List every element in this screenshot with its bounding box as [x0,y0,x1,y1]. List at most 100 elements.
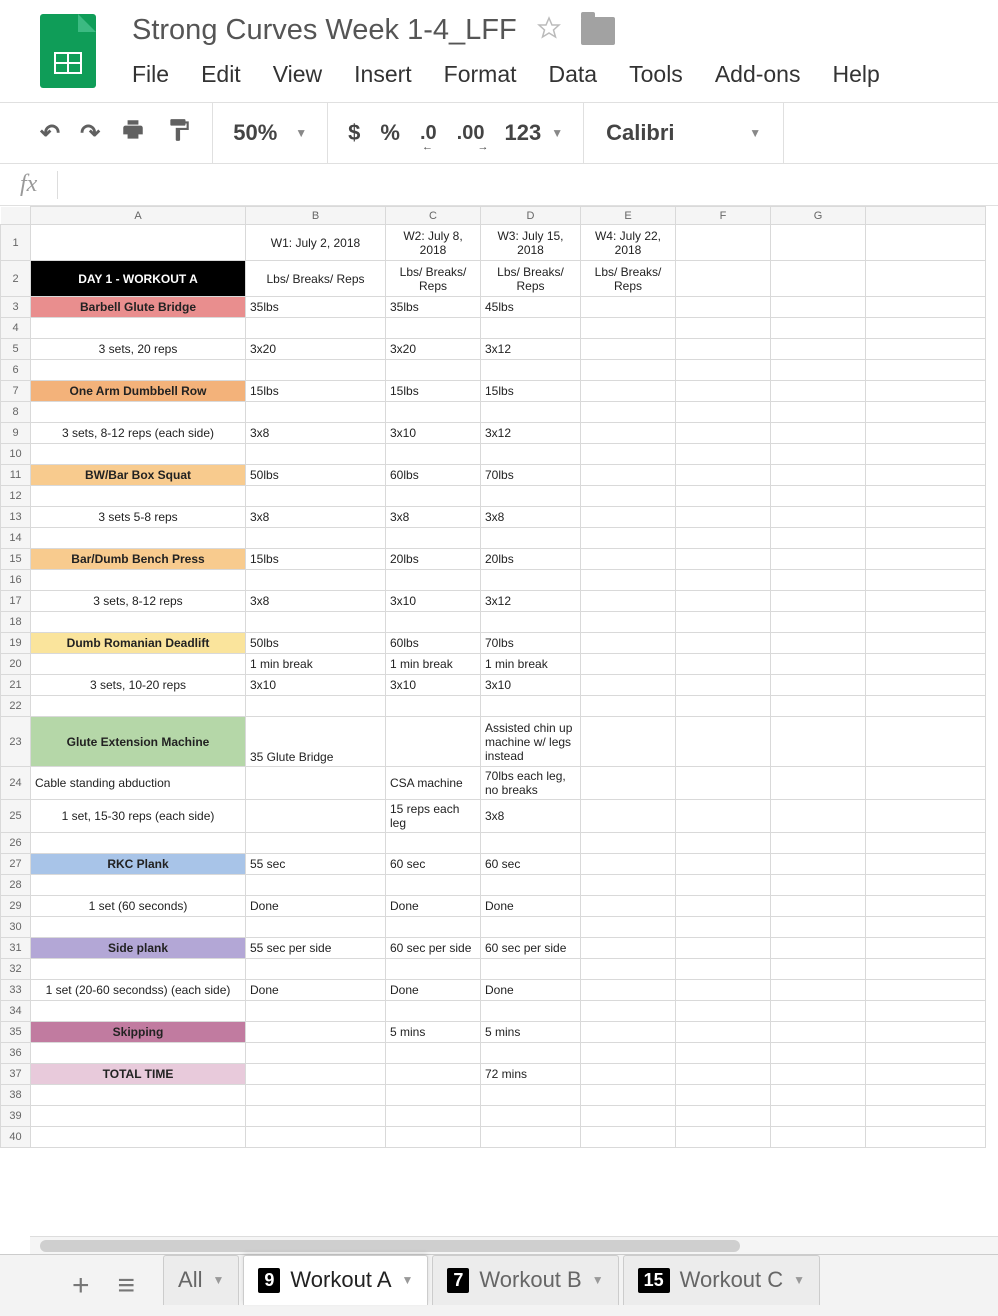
cell[interactable]: 15lbs [481,381,581,402]
cell[interactable]: 3x20 [246,339,386,360]
cell[interactable] [676,423,771,444]
cell[interactable] [481,875,581,896]
decrease-decimal[interactable]: .0← [420,122,437,145]
sheet-tab[interactable]: 7Workout B▼ [432,1255,618,1305]
row-header[interactable]: 20 [1,654,31,675]
row-header[interactable]: 1 [1,225,31,261]
cell[interactable]: W1: July 2, 2018 [246,225,386,261]
row-header[interactable]: 7 [1,381,31,402]
cell[interactable]: 3x8 [246,507,386,528]
cell[interactable]: 3x8 [246,423,386,444]
cell[interactable]: 1 set (20-60 secondss) (each side) [31,980,246,1001]
spreadsheet-grid[interactable]: A B C D E F G 1W1: July 2, 2018W2: July … [0,206,986,1148]
cell[interactable] [481,917,581,938]
cell[interactable] [386,402,481,423]
cell[interactable]: 60lbs [386,633,481,654]
cell[interactable] [481,360,581,381]
cell[interactable] [246,612,386,633]
cell[interactable] [581,1001,676,1022]
cell[interactable] [386,444,481,465]
cell[interactable] [866,528,986,549]
cell[interactable] [771,633,866,654]
cell[interactable] [246,1085,386,1106]
cell[interactable]: W2: July 8, 2018 [386,225,481,261]
cell[interactable] [581,896,676,917]
cell[interactable] [581,1127,676,1148]
cell[interactable] [386,570,481,591]
cell[interactable] [866,612,986,633]
cell[interactable]: 15lbs [246,549,386,570]
cell[interactable] [31,959,246,980]
cell[interactable] [676,675,771,696]
cell[interactable]: 45lbs [481,297,581,318]
paint-format-icon[interactable] [166,117,192,150]
cell[interactable] [481,318,581,339]
row-header[interactable]: 33 [1,980,31,1001]
cell[interactable] [386,612,481,633]
cell[interactable]: 35lbs [386,297,481,318]
cell[interactable]: 1 min break [386,654,481,675]
cell[interactable]: 3x10 [386,423,481,444]
cell[interactable]: RKC Plank [31,854,246,875]
cell[interactable] [771,654,866,675]
cell[interactable] [246,875,386,896]
cell[interactable] [676,959,771,980]
cell[interactable] [676,465,771,486]
more-formats[interactable]: 123▼ [504,120,563,146]
undo-icon[interactable]: ↶ [40,119,60,148]
cell[interactable] [481,528,581,549]
col-header[interactable]: G [771,207,866,225]
cell[interactable] [581,633,676,654]
cell[interactable] [676,717,771,767]
cell[interactable]: Done [481,980,581,1001]
cell[interactable]: 60 sec per side [481,938,581,959]
cell[interactable]: 1 set, 15-30 reps (each side) [31,800,246,833]
cell[interactable] [866,833,986,854]
cell[interactable]: Lbs/ Breaks/ Reps [246,261,386,297]
cell[interactable] [771,360,866,381]
cell[interactable] [31,225,246,261]
cell[interactable]: 3 sets, 10-20 reps [31,675,246,696]
cell[interactable] [676,528,771,549]
cell[interactable]: Done [246,980,386,1001]
cell[interactable] [771,591,866,612]
cell[interactable] [481,612,581,633]
cell[interactable] [866,1064,986,1085]
sheet-tab[interactable]: 15Workout C▼ [623,1255,820,1305]
cell[interactable] [581,528,676,549]
row-header[interactable]: 36 [1,1043,31,1064]
row-header[interactable]: 18 [1,612,31,633]
cell[interactable] [771,938,866,959]
cell[interactable] [676,549,771,570]
cell[interactable] [866,675,986,696]
cell[interactable] [581,717,676,767]
cell[interactable] [386,360,481,381]
cell[interactable]: Skipping [31,1022,246,1043]
cell[interactable] [31,1106,246,1127]
cell[interactable] [581,1064,676,1085]
cell[interactable] [771,297,866,318]
cell[interactable] [866,854,986,875]
menu-edit[interactable]: Edit [201,61,241,88]
cell[interactable]: Assisted chin up machine w/ legs instead [481,717,581,767]
cell[interactable] [481,402,581,423]
cell[interactable] [866,1106,986,1127]
cell[interactable]: Side plank [31,938,246,959]
cell[interactable]: 55 sec [246,854,386,875]
row-header[interactable]: 30 [1,917,31,938]
cell[interactable] [481,1085,581,1106]
row-header[interactable]: 4 [1,318,31,339]
cell[interactable]: 72 mins [481,1064,581,1085]
cell[interactable] [246,833,386,854]
cell[interactable] [771,1106,866,1127]
cell[interactable] [246,444,386,465]
cell[interactable] [771,423,866,444]
cell[interactable] [676,1127,771,1148]
cell[interactable] [771,980,866,1001]
cell[interactable] [246,1127,386,1148]
cell[interactable] [481,486,581,507]
cell[interactable] [386,833,481,854]
cell[interactable] [771,261,866,297]
cell[interactable] [676,612,771,633]
cell[interactable]: Done [481,896,581,917]
